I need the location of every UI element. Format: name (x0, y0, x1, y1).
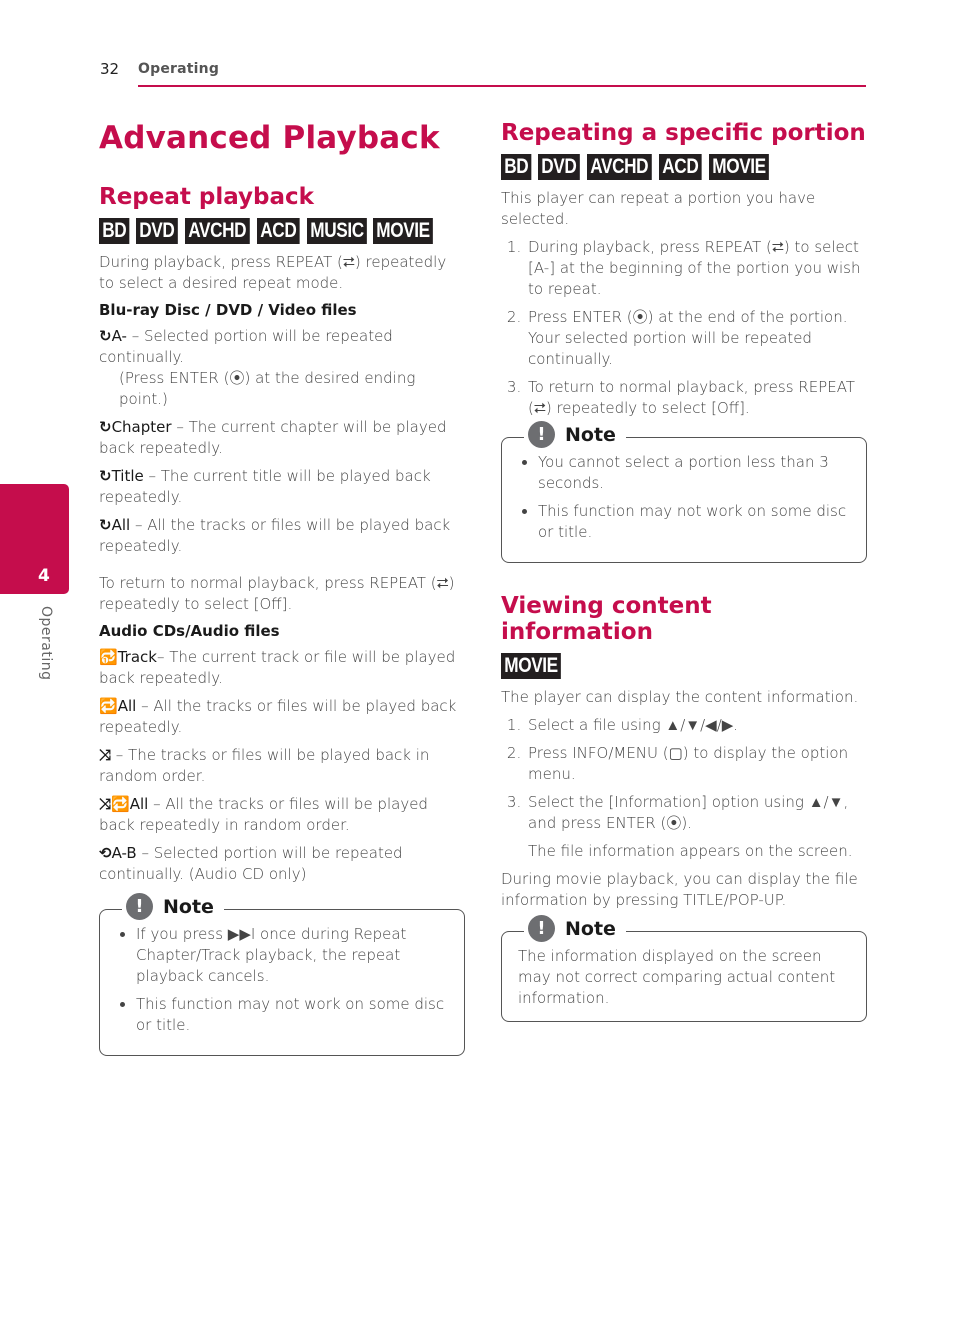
chapter-label: Operating (38, 606, 54, 681)
header-rule (138, 85, 866, 87)
mode-description: – Selected portion will be repeated cont… (99, 327, 393, 366)
note-item: This function may not work on some disc … (538, 501, 850, 543)
badge-bd: BD (501, 154, 532, 180)
badge-bd: BD (99, 218, 130, 244)
repeat-icon: ↻ (99, 467, 112, 485)
repeat-icon: ↻ (99, 516, 112, 534)
step: During playback, press REPEAT (⮂) to sel… (526, 237, 867, 300)
portion-intro: This player can repeat a portion you hav… (501, 189, 816, 228)
repeat-mode-item: 🔂Track– The current track or file will b… (99, 647, 465, 689)
mode-description: – All the tracks or files will be played… (99, 516, 451, 555)
note-box: ! Note The information displayed on the … (501, 915, 867, 1022)
repeat-all-icon: 🔁 (99, 697, 118, 715)
repeat-mode-item: ⟲A-B – Selected portion will be repeated… (99, 843, 465, 885)
badge-movie: MOVIE (373, 218, 434, 244)
repeat-mode-item: ⤨🔁All – All the tracks or files will be … (99, 794, 465, 836)
disc-badges: BD DVD AVCHD ACD MOVIE (501, 154, 867, 180)
shuffle-icon: ⤨ (99, 746, 112, 764)
mode-description: – The current title will be played back … (99, 467, 431, 506)
info-after: During movie playback, you can display t… (501, 870, 858, 909)
repeat-mode-item: ↻All – All the tracks or files will be p… (99, 515, 465, 557)
note-box: ! Note You cannot select a portion less … (501, 421, 867, 563)
mode-label: Track (117, 648, 157, 666)
repeat-intro: During playback, press REPEAT (⮂) repeat… (99, 253, 447, 292)
right-column: Repeating a specific portion BD DVD AVCHD A… (501, 120, 867, 1022)
left-column: Advanced Playback Repeat playback BD DVD A… (99, 120, 465, 1056)
repeat-mode-item: ⤨ – The tracks or files will be played b… (99, 745, 465, 787)
note-item: If you press ▶▶I once during Repeat Chap… (136, 924, 448, 987)
mode-label: A-B (111, 844, 137, 862)
shuffle-repeat-all-icon: ⤨🔁 (99, 795, 130, 813)
note-item: You cannot select a portion less than 3 … (538, 452, 850, 494)
exclamation-icon: ! (126, 893, 153, 920)
chapter-tab (0, 484, 69, 594)
repeat-one-icon: 🔂 (99, 648, 118, 666)
disc-badges: MOVIE (501, 653, 867, 679)
step: Press INFO/MENU (▢) to display the optio… (526, 743, 867, 785)
mode-label: All (129, 795, 149, 813)
note-text: The information displayed on the screen … (518, 947, 836, 1007)
badge-dvd: DVD (538, 154, 581, 180)
disc-badges: BD DVD AVCHD ACD MUSIC MOVIE (99, 218, 465, 244)
mode-label: All (117, 697, 137, 715)
note-title: Note (163, 895, 214, 918)
video-subheading: Blu-ray Disc / DVD / Video files (99, 301, 357, 319)
content-info-heading: Viewing content information (501, 593, 712, 645)
note-title: Note (565, 423, 616, 446)
badge-movie: MOVIE (501, 653, 562, 679)
repeat-mode-item: ↻A- – Selected portion will be repeated … (99, 326, 465, 410)
mode-label: All (111, 516, 131, 534)
exclamation-icon: ! (528, 915, 555, 942)
badge-avchd: AVCHD (587, 154, 652, 180)
mode-subnote: (Press ENTER (⦿) at the desired ending p… (119, 369, 416, 408)
page-title: Advanced Playback (99, 120, 440, 156)
badge-movie: MOVIE (708, 154, 769, 180)
audio-repeat-list: 🔂Track– The current track or file will b… (99, 647, 465, 885)
step-note: The file information appears on the scre… (528, 842, 853, 860)
note-item: This function may not work on some disc … (136, 994, 448, 1036)
repeat-mode-item: ↻Title – The current title will be playe… (99, 466, 465, 508)
mode-label: Title (111, 467, 144, 485)
mode-description: – Selected portion will be repeated cont… (99, 844, 403, 883)
badge-music: MUSIC (306, 218, 367, 244)
badge-dvd: DVD (136, 218, 179, 244)
section-title: Operating (138, 61, 220, 77)
step: Select the [Information] option using ▲/… (526, 792, 867, 862)
page-number: 32 (100, 60, 120, 78)
chapter-number: 4 (38, 566, 50, 586)
info-intro: The player can display the content infor… (501, 688, 859, 706)
step: Select a file using ▲/▼/◀/▶. (526, 715, 867, 736)
repeat-icon: ↻ (99, 327, 112, 345)
mode-description: – All the tracks or files will be played… (99, 697, 457, 736)
mode-label: Chapter (111, 418, 172, 436)
return-text: To return to normal playback, press REPE… (99, 574, 455, 613)
repeat-ab-icon: ⟲ (99, 844, 112, 862)
badge-acd: ACD (658, 154, 702, 180)
badge-avchd: AVCHD (185, 218, 250, 244)
note-box: ! Note If you press ▶▶I once during Repe… (99, 893, 465, 1056)
note-title: Note (565, 917, 616, 940)
exclamation-icon: ! (528, 421, 555, 448)
repeat-playback-heading: Repeat playback (99, 184, 314, 210)
audio-subheading: Audio CDs/Audio files (99, 622, 280, 640)
repeat-mode-item: ↻Chapter – The current chapter will be p… (99, 417, 465, 459)
repeat-mode-item: 🔁All – All the tracks or files will be p… (99, 696, 465, 738)
mode-label: A- (111, 327, 127, 345)
badge-acd: ACD (256, 218, 300, 244)
step: To return to normal playback, press REPE… (526, 377, 867, 419)
video-repeat-list: ↻A- – Selected portion will be repeated … (99, 326, 465, 557)
step: Press ENTER (⦿) at the end of the portio… (526, 307, 867, 370)
repeat-icon: ↻ (99, 418, 112, 436)
mode-description: – The tracks or files will be played bac… (99, 746, 430, 785)
mode-description: – All the tracks or files will be played… (99, 795, 428, 834)
repeat-portion-heading: Repeating a specific portion (501, 120, 866, 146)
